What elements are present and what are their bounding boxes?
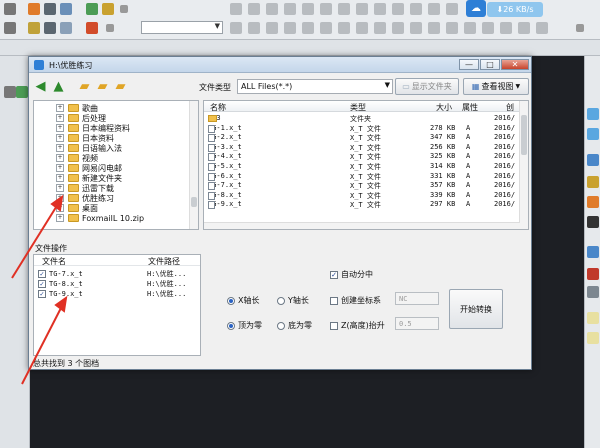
red-arrow-head	[54, 295, 68, 313]
red-arrow-ops	[21, 305, 63, 385]
red-arrow-head	[50, 194, 64, 212]
red-arrow-tree	[11, 203, 59, 279]
annotation-arrows	[11, 194, 68, 385]
